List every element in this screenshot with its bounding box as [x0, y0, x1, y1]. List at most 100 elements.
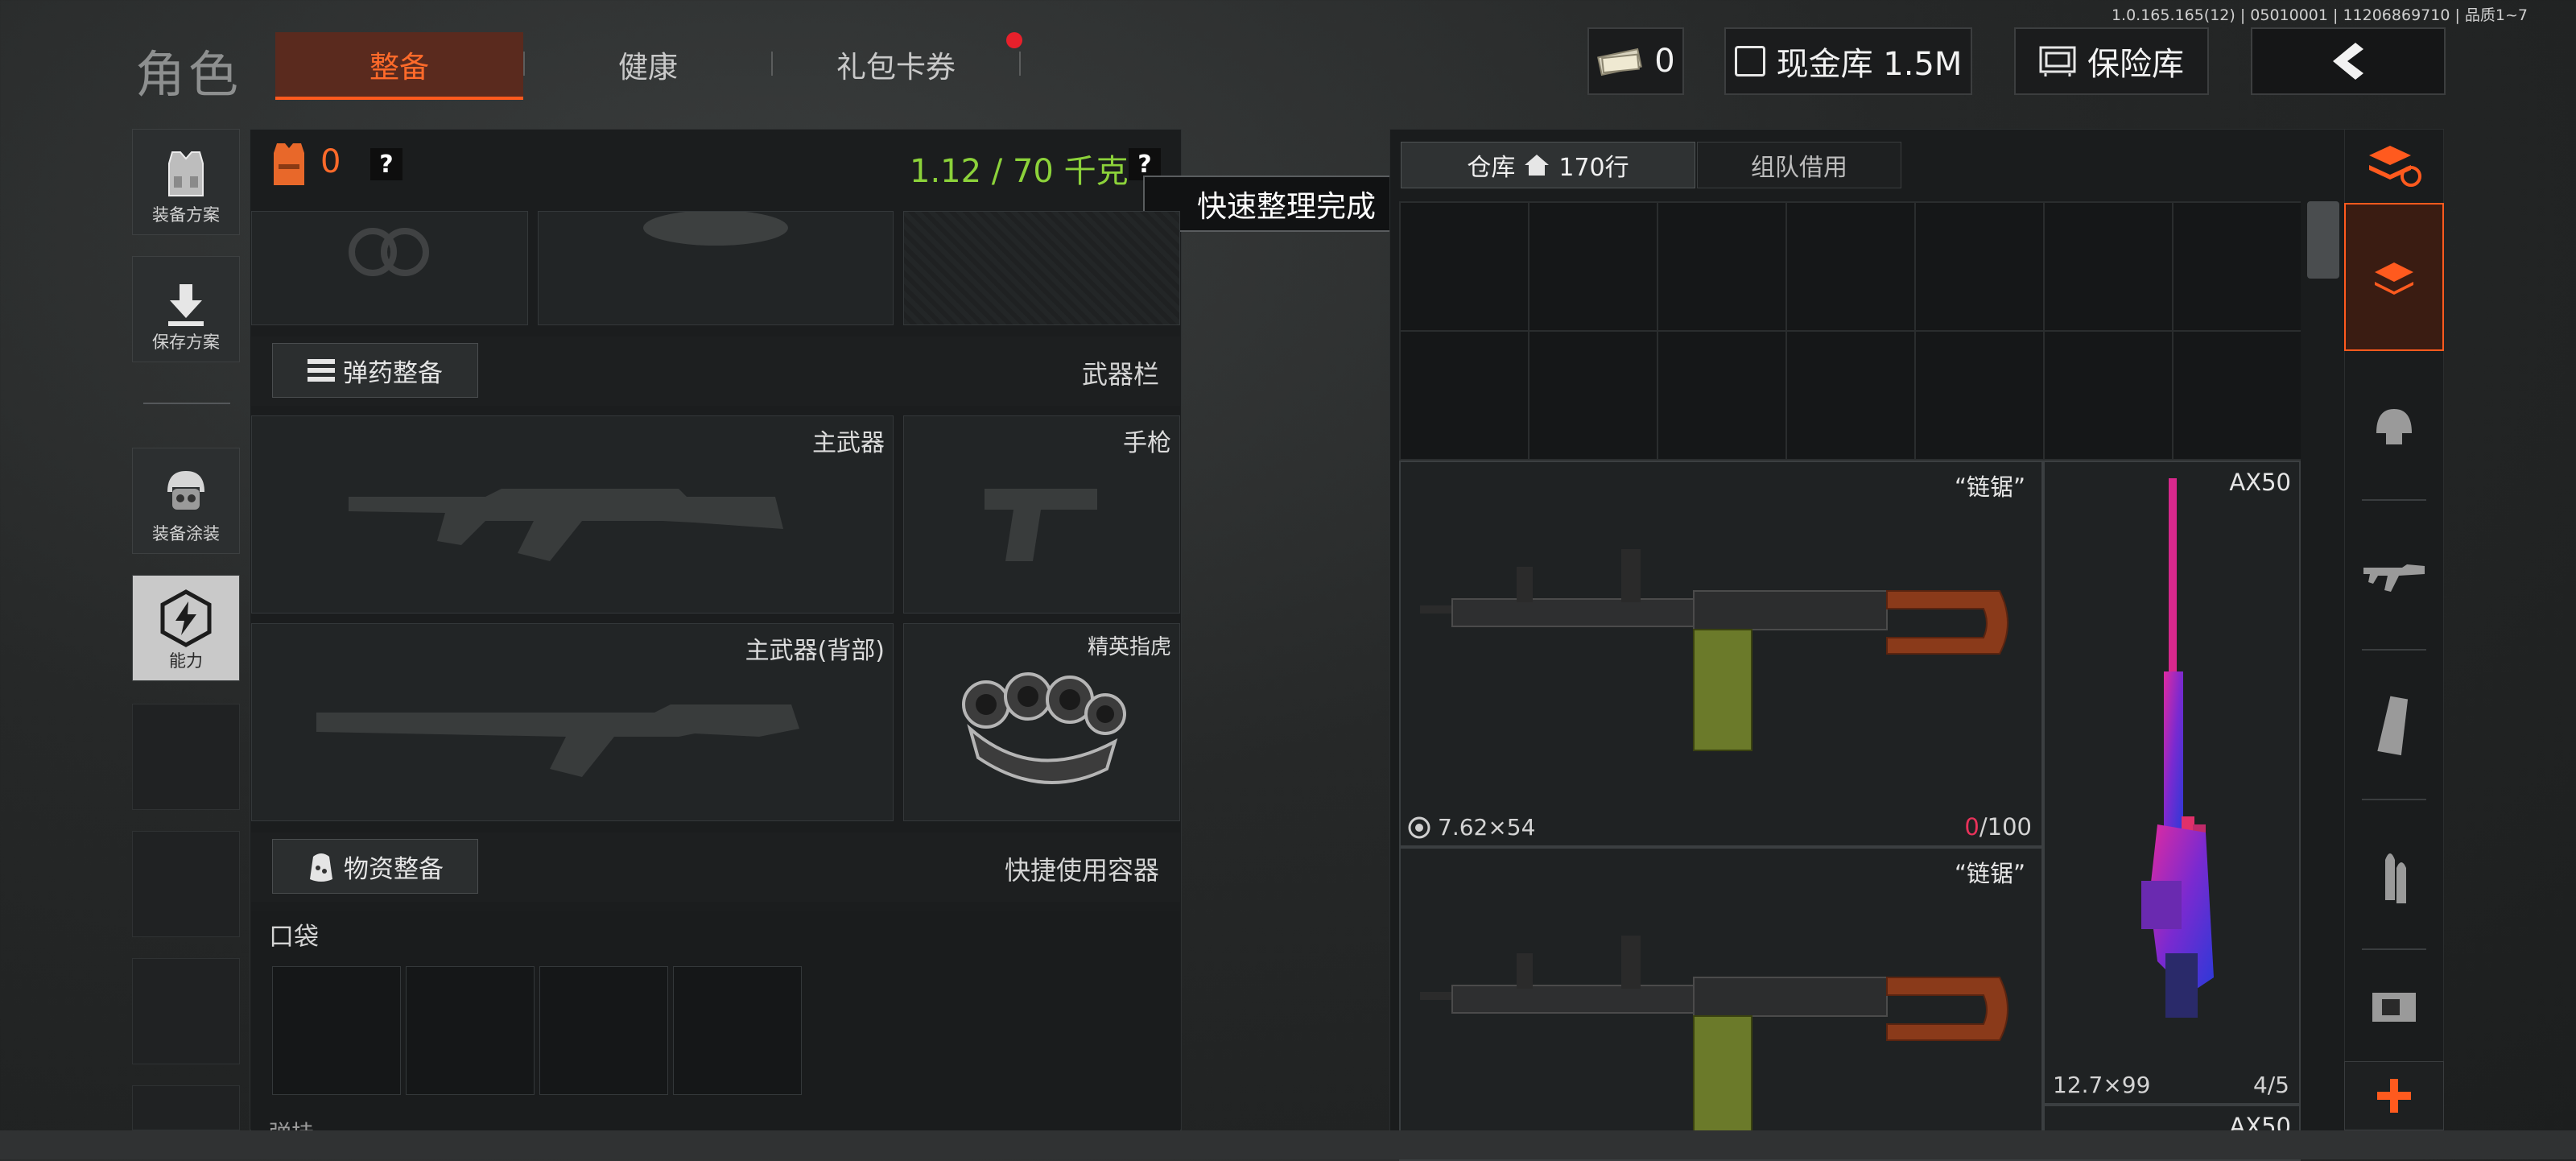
tab-storage[interactable]: 仓库 170行	[1401, 142, 1695, 188]
item-name: “链锯”	[1954, 473, 2025, 501]
bottom-bar	[0, 1130, 2576, 1159]
sidebar-label: 能力	[169, 651, 203, 671]
pocket-label: 口袋	[269, 923, 319, 952]
supply-loadout-button[interactable]: 物资整备	[272, 839, 478, 894]
rifle-back-silhouette-icon	[316, 704, 799, 777]
helmet-mask-icon	[167, 471, 204, 510]
ability-hex-icon	[160, 589, 212, 647]
ammo-count: 0/100	[1964, 813, 2032, 841]
cash-vault-icon	[1734, 46, 1765, 76]
scope-icon	[2372, 993, 2416, 1022]
scrollbar-thumb[interactable]	[2307, 201, 2339, 279]
ammo-loadout-label: 弹药整备	[343, 358, 443, 388]
armor-count: 0	[320, 143, 341, 180]
strip-divider	[2362, 799, 2426, 800]
add-icon	[2377, 1079, 2411, 1113]
pocket-slot[interactable]	[272, 966, 401, 1095]
category-weapon[interactable]	[2346, 504, 2442, 649]
sidebar-loadout-plan[interactable]: 装备方案	[132, 129, 240, 235]
strip-divider	[2362, 499, 2426, 501]
sidebar-divider	[143, 403, 230, 404]
magazine-icon	[2377, 696, 2409, 756]
pocket-slot[interactable]	[539, 966, 668, 1095]
supply-loadout-label: 物资整备	[344, 854, 444, 884]
sidebar-save-plan[interactable]: 保存方案	[132, 256, 240, 362]
stack-count: 4/5	[2252, 1072, 2289, 1098]
page-title: 角色	[135, 45, 242, 104]
primary-back-weapon-slot[interactable]: 主武器(背部)	[251, 623, 894, 821]
slot-label: 主武器(背部)	[745, 637, 885, 665]
vest-icon	[168, 151, 204, 196]
category-ammo[interactable]	[2346, 804, 2442, 948]
item-chainsaw[interactable]: “链锯” 7.62×54 0/100	[1399, 461, 2043, 847]
currency-amount: 0	[1654, 43, 1675, 80]
tab-divider	[523, 52, 525, 76]
toast-tooltip: 快速整理完成	[1143, 176, 1430, 232]
tab-team-borrow[interactable]: 组队借用	[1697, 142, 1901, 188]
storage-rows: 170行	[1558, 154, 1629, 182]
pistol-silhouette-icon	[985, 489, 1097, 561]
sidebar-ability[interactable]: 能力	[132, 575, 240, 681]
machine-gun-icon	[1420, 549, 2008, 751]
tab-loadout[interactable]: 整备	[275, 32, 523, 100]
sidebar-label: 装备方案	[152, 205, 220, 225]
stack-icon	[2375, 262, 2413, 295]
pocket-slot[interactable]	[406, 966, 535, 1095]
rifle-silhouette-icon	[349, 489, 783, 561]
item-chainsaw[interactable]: “链锯”	[1399, 847, 2043, 1161]
chevron-left-icon	[2333, 43, 2363, 80]
sidebar-skin[interactable]: 装备涂装	[132, 448, 240, 554]
machine-gun-icon	[1420, 936, 2008, 1138]
sort-button[interactable]	[2346, 129, 2442, 201]
notification-dot	[1006, 32, 1022, 48]
caliber-text: 7.62×54	[1438, 814, 1536, 841]
gear-slot-armor[interactable]	[903, 211, 1180, 325]
cash-icon	[1597, 48, 1643, 76]
supply-bag-icon	[310, 853, 332, 882]
melee-slot[interactable]: 精英指虎	[903, 623, 1180, 821]
strip-divider	[2362, 649, 2426, 651]
download-icon	[168, 284, 204, 326]
primary-weapon-slot[interactable]: 主武器	[251, 415, 894, 614]
tab-health[interactable]: 健康	[531, 32, 765, 97]
pocket-slot[interactable]	[673, 966, 802, 1095]
helmet-icon	[2376, 409, 2412, 444]
tab-storage-label: 仓库	[1467, 154, 1516, 182]
safe-vault-button[interactable]: 保险库	[2014, 27, 2209, 95]
list-icon	[308, 359, 335, 382]
ammo-loadout-button[interactable]: 弹药整备	[272, 343, 478, 398]
slot-label: 主武器	[812, 429, 885, 457]
safe-icon	[2039, 46, 2076, 76]
currency-display[interactable]: 0	[1587, 27, 1684, 95]
cash-vault-button[interactable]: 现金库 1.5M	[1724, 27, 1972, 95]
ammo-type-icon	[1408, 816, 1430, 838]
sidebar-label: 保存方案	[152, 333, 220, 352]
headset-icon	[349, 228, 429, 276]
weight-display: 1.12 / 70 千克	[910, 153, 1129, 190]
ammo-current: 0	[1964, 813, 1979, 841]
sidebar-empty-slot	[132, 958, 240, 1064]
gear-slot-mask[interactable]	[538, 211, 894, 325]
category-helmet[interactable]	[2346, 354, 2442, 499]
tab-gift-cards[interactable]: 礼包卡券	[779, 32, 1013, 97]
tab-divider	[1019, 52, 1021, 76]
home-icon	[1525, 155, 1550, 176]
sidebar-empty-slot	[132, 1085, 240, 1130]
pistol-slot[interactable]: 手枪	[903, 415, 1180, 614]
item-name: “链锯”	[1954, 860, 2025, 887]
bullet-icon	[2385, 853, 2406, 903]
slot-label: 精英指虎	[1087, 635, 1171, 659]
sidebar-empty-slot	[132, 704, 240, 810]
help-icon[interactable]: ?	[370, 148, 402, 180]
category-attachment[interactable]	[2346, 953, 2442, 1058]
mask-icon	[643, 212, 788, 246]
tab-divider	[771, 52, 773, 76]
cash-vault-label: 现金库 1.5M	[1776, 46, 1963, 83]
category-magazine[interactable]	[2346, 654, 2442, 799]
sidebar-label: 装备涂装	[152, 524, 220, 543]
gear-slot-helmet[interactable]	[251, 211, 528, 325]
item-ax50[interactable]: AX50 12.7×99 4/5	[2043, 461, 2301, 1105]
category-all[interactable]	[2344, 203, 2444, 351]
back-button[interactable]	[2251, 27, 2446, 95]
add-category-button[interactable]	[2344, 1061, 2444, 1130]
